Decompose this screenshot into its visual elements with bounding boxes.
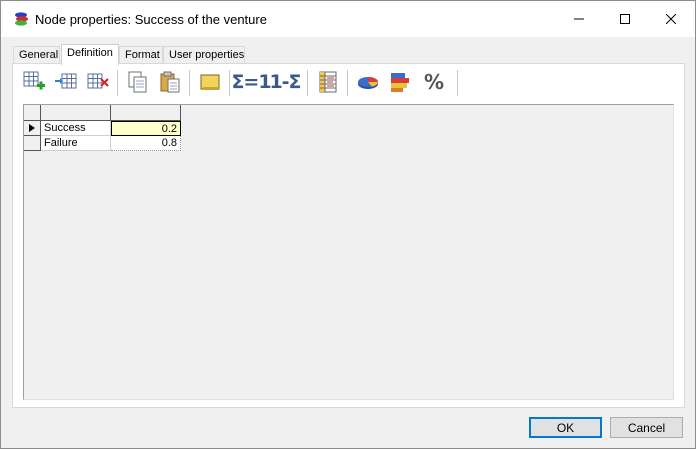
maximize-button[interactable]: [602, 1, 648, 37]
app-icon: [13, 12, 29, 26]
complement-button[interactable]: 1-Σ: [269, 68, 301, 96]
tab-format[interactable]: Format: [119, 46, 163, 64]
sum-to-one-icon: Σ=1: [231, 71, 271, 93]
sum-to-one-button[interactable]: Σ=1: [231, 68, 271, 96]
definition-panel: Σ=1 1-Σ % Success 0.2 Failure 0.8: [12, 63, 685, 408]
row-indicator[interactable]: [24, 121, 41, 136]
toolbar-separator: [189, 70, 190, 96]
delete-outcome-button[interactable]: [83, 68, 113, 96]
current-row-arrow-icon: [29, 124, 35, 132]
tab-user-properties[interactable]: User properties: [163, 46, 245, 64]
add-outcome-button[interactable]: [19, 68, 49, 96]
toolbar-separator: [457, 70, 458, 96]
table-view-icon: [319, 71, 337, 93]
delete-outcome-icon: [87, 73, 109, 89]
close-button[interactable]: [648, 1, 694, 37]
tab-definition[interactable]: Definition: [61, 44, 119, 65]
fill-icon: [200, 74, 220, 90]
title-bar: Node properties: Success of the venture: [1, 1, 695, 37]
tab-general[interactable]: General: [13, 46, 60, 64]
cancel-button[interactable]: Cancel: [610, 417, 683, 438]
probability-cell[interactable]: 0.8: [111, 136, 181, 151]
table-view-button[interactable]: [313, 68, 343, 96]
paste-button[interactable]: [155, 68, 185, 96]
value-column-header: [111, 105, 181, 121]
pie-chart-icon: [358, 77, 379, 89]
toolbar-separator: [347, 70, 348, 96]
minimize-button[interactable]: [556, 1, 602, 37]
paste-icon: [160, 71, 180, 93]
grid-corner-header: [24, 105, 41, 121]
outcome-name-cell[interactable]: Failure: [41, 136, 111, 151]
probability-cell[interactable]: 0.2: [111, 121, 181, 136]
minimize-icon: [574, 18, 584, 20]
node-properties-dialog: Node properties: Success of the venture …: [0, 0, 696, 449]
copy-button[interactable]: [123, 68, 153, 96]
fill-button[interactable]: [195, 68, 225, 96]
percent-button[interactable]: %: [417, 68, 451, 96]
insert-outcome-icon: [55, 73, 77, 89]
outcome-name-cell[interactable]: Success: [41, 121, 111, 136]
complement-icon: 1-Σ: [269, 71, 301, 93]
row-indicator[interactable]: [24, 136, 41, 151]
outcome-column-header: [41, 105, 111, 121]
maximize-icon: [620, 14, 630, 24]
insert-outcome-button[interactable]: [51, 68, 81, 96]
bar-chart-button[interactable]: [385, 68, 415, 96]
toolbar-separator: [117, 70, 118, 96]
probability-grid: Success 0.2 Failure 0.8: [23, 104, 674, 400]
ok-button[interactable]: OK: [529, 417, 602, 438]
bar-chart-icon: [391, 73, 409, 92]
close-icon: [666, 14, 676, 24]
percent-icon: %: [423, 70, 445, 94]
toolbar-separator: [307, 70, 308, 96]
add-outcome-icon: [23, 71, 45, 90]
window-title: Node properties: Success of the venture: [35, 12, 267, 27]
copy-icon: [128, 71, 147, 93]
toolbar-separator: [229, 70, 230, 96]
pie-chart-button[interactable]: [353, 68, 383, 96]
